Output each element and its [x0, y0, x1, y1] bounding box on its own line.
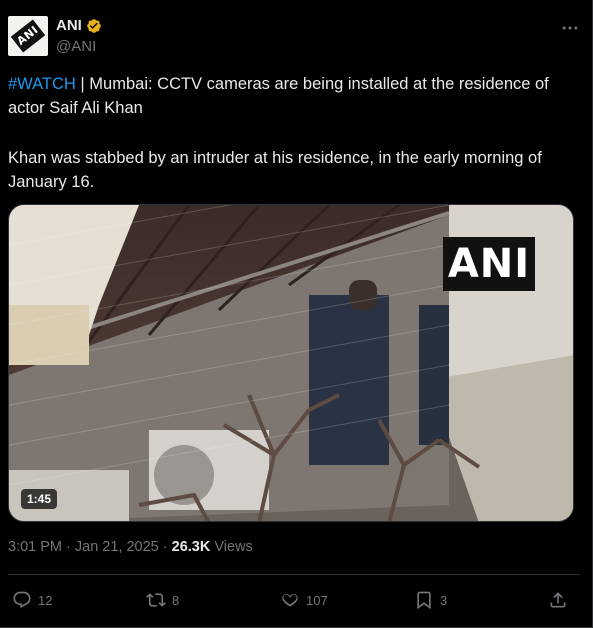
hashtag-link[interactable]: #WATCH — [8, 75, 76, 93]
tweet-timestamp[interactable]: 3:01 PM · Jan 21, 2025 — [8, 539, 159, 555]
bookmark-count: 3 — [440, 592, 448, 608]
divider — [8, 574, 580, 575]
more-dots-icon — [562, 26, 578, 30]
like-button[interactable]: 107 — [280, 586, 328, 614]
repost-button[interactable]: 8 — [146, 586, 179, 614]
tweet-meta: 3:01 PM · Jan 21, 2025 · 26.3K Views — [8, 539, 253, 555]
reply-count: 12 — [38, 592, 53, 608]
verified-badge-icon — [87, 18, 101, 33]
bookmark-button[interactable]: 3 — [414, 586, 447, 614]
reply-button[interactable]: 12 — [12, 586, 52, 614]
video-duration-badge: 1:45 — [21, 489, 58, 509]
tweet-text-paragraph-2: Khan was stabbed by an intruder at his r… — [8, 149, 542, 191]
author-name-row: ANI — [56, 17, 102, 34]
video-player[interactable]: ANI 1:45 — [8, 204, 574, 522]
action-bar: 12 8 107 3 — [8, 586, 580, 614]
reply-icon — [13, 591, 31, 609]
author-display-name[interactable]: ANI — [56, 17, 82, 34]
bookmark-icon — [417, 591, 431, 610]
heart-icon — [282, 594, 298, 607]
tweet-header: ANI ANI @ANI — [8, 16, 580, 60]
tweet-text-line1: | Mumbai: CCTV cameras are being install… — [8, 75, 549, 117]
like-count: 107 — [306, 592, 328, 608]
repost-count: 8 — [172, 592, 180, 608]
repost-icon — [146, 593, 166, 607]
avatar-logo-text: ANI — [10, 19, 46, 53]
avatar[interactable]: ANI — [8, 16, 48, 56]
views-count: 26.3K — [171, 539, 211, 555]
author-handle[interactable]: @ANI — [56, 38, 96, 55]
share-icon — [550, 592, 566, 608]
views-label: Views — [210, 539, 253, 555]
tweet-card: ANI ANI @ANI #WATCH | Mumbai: CCTV camer… — [0, 0, 593, 628]
tweet-text-paragraph-1: #WATCH | Mumbai: CCTV cameras are being … — [8, 72, 586, 120]
ani-watermark: ANI — [443, 237, 535, 291]
meta-separator: · — [158, 539, 172, 555]
more-horizontal-icon[interactable] — [560, 18, 580, 38]
share-button[interactable] — [548, 586, 568, 614]
